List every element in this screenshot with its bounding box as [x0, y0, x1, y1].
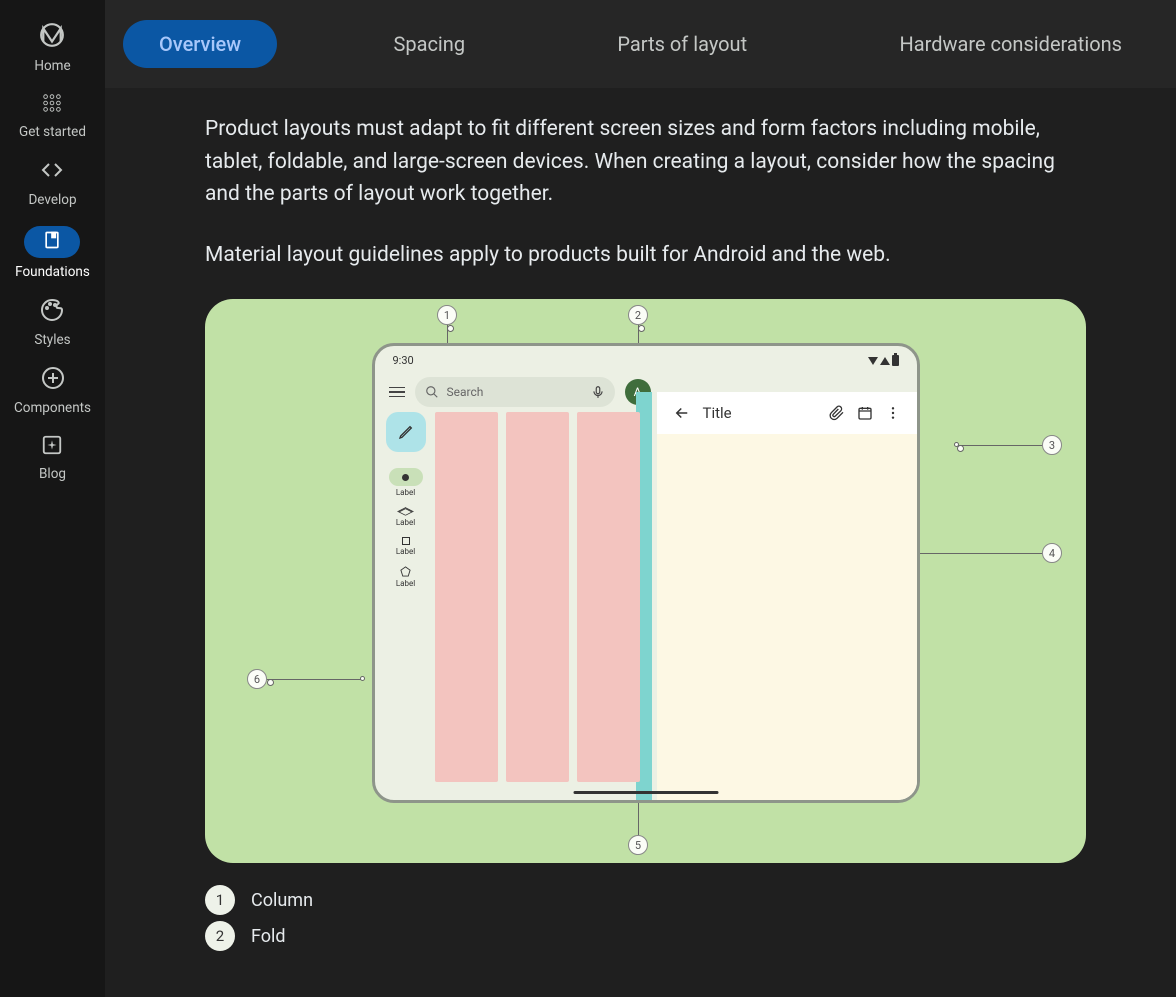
battery-icon [892, 355, 899, 366]
tab-parts-of-layout[interactable]: Parts of layout [581, 20, 783, 68]
callout-number: 3 [1042, 435, 1062, 455]
rail-label: Label [396, 518, 415, 527]
apps-icon [41, 92, 63, 118]
legend-row: 2 Fold [205, 921, 1086, 951]
callout-number: 1 [437, 305, 457, 325]
menu-icon[interactable] [389, 387, 405, 398]
material-logo-icon [39, 22, 65, 52]
tab-spacing[interactable]: Spacing [357, 20, 501, 68]
tab-overview[interactable]: Overview [123, 20, 277, 68]
sidebar-active-chip [24, 226, 80, 258]
pentagon-icon [400, 566, 411, 577]
column [577, 412, 640, 782]
fab-edit[interactable] [386, 412, 426, 452]
book-icon [42, 230, 62, 254]
status-time: 9:30 [393, 354, 414, 367]
sidebar-item-develop[interactable]: Develop [28, 158, 76, 208]
gesture-bar [573, 791, 718, 794]
square-icon [402, 537, 410, 545]
sidebar-label: Get started [19, 124, 86, 140]
callout-6: 6 [247, 669, 362, 689]
figure-legend: 1 Column 2 Fold [205, 885, 1086, 951]
panel-app-bar: Title [657, 392, 917, 434]
palette-icon [40, 298, 64, 326]
mic-icon[interactable] [591, 385, 605, 399]
layout-columns [435, 412, 640, 782]
sidebar-item-styles[interactable]: Styles [34, 298, 70, 348]
attachment-icon[interactable] [829, 405, 845, 421]
legend-label: Column [251, 890, 313, 911]
callout-number: 2 [628, 305, 648, 325]
signal-icon [880, 357, 890, 365]
sidebar-label: Blog [39, 466, 66, 482]
sidebar-label: Components [14, 400, 91, 416]
search-icon [425, 385, 439, 399]
callout-number: 4 [1042, 543, 1062, 563]
triangle-icon [397, 507, 414, 516]
more-icon[interactable] [885, 405, 901, 421]
sidebar-label: Home [34, 58, 70, 74]
circle-icon [402, 474, 409, 481]
intro-paragraph-1: Product layouts must adapt to fit differ… [205, 113, 1086, 211]
status-icons [868, 355, 899, 366]
rail-item[interactable]: Label [396, 537, 415, 556]
code-icon [40, 158, 64, 186]
rail-item[interactable]: Label [396, 566, 415, 588]
column [435, 412, 498, 782]
sidebar-label: Develop [28, 192, 76, 208]
layout-figure: 1 2 3 4 5 [205, 299, 1086, 863]
legend-row: 1 Column [205, 885, 1086, 915]
status-bar: 9:30 [375, 346, 917, 371]
sidebar-item-home[interactable]: Home [34, 22, 70, 74]
rail-item[interactable]: Label [389, 468, 423, 497]
search-input[interactable]: Search [415, 377, 615, 407]
main-content: Overview Spacing Parts of layout Hardwar… [105, 0, 1176, 997]
article: Product layouts must adapt to fit differ… [105, 88, 1176, 997]
callout-number: 6 [247, 669, 267, 689]
sidebar-label: Styles [34, 332, 70, 348]
sidebar: Home Get started Develop Foundations Sty… [0, 0, 105, 997]
callout-3: 3 [957, 435, 1062, 455]
sidebar-item-blog[interactable]: Blog [39, 434, 66, 482]
calendar-icon[interactable] [857, 405, 873, 421]
rail-label: Label [396, 579, 415, 588]
intro-paragraph-2: Material layout guidelines apply to prod… [205, 239, 1086, 272]
sidebar-item-components[interactable]: Components [14, 366, 91, 416]
panel-body [657, 434, 917, 800]
pencil-icon [398, 424, 414, 440]
add-circle-icon [41, 366, 65, 394]
callout-number: 5 [628, 835, 648, 855]
detail-panel: Title [657, 392, 917, 800]
rail-label: Label [396, 488, 415, 497]
navigation-rail: Label Label Label Label [383, 412, 429, 792]
sidebar-item-get-started[interactable]: Get started [19, 92, 86, 140]
legend-number: 1 [205, 885, 235, 915]
sparkle-icon [41, 434, 63, 460]
column [506, 412, 569, 782]
back-icon[interactable] [673, 404, 691, 422]
search-placeholder: Search [447, 385, 484, 399]
wifi-icon [868, 357, 878, 365]
legend-number: 2 [205, 921, 235, 951]
device-frame: 9:30 Search A [372, 343, 920, 803]
legend-label: Fold [251, 926, 286, 947]
rail-item[interactable]: Label [396, 507, 415, 527]
tabs: Overview Spacing Parts of layout Hardwar… [105, 0, 1176, 88]
rail-label: Label [396, 547, 415, 556]
sidebar-item-foundations[interactable]: Foundations [15, 226, 90, 280]
panel-title: Title [703, 404, 732, 422]
tab-hardware-considerations[interactable]: Hardware considerations [863, 20, 1158, 68]
sidebar-label: Foundations [15, 264, 90, 280]
